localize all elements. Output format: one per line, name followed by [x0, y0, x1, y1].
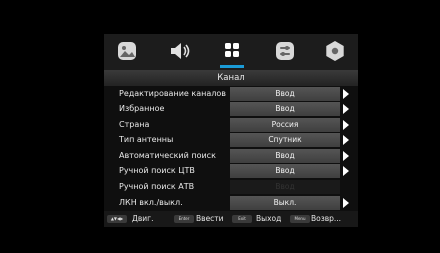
- row-value-button-disabled: Ввод: [230, 180, 340, 194]
- menu-row-auto-search[interactable]: Автоматический поиск Ввод: [104, 148, 358, 164]
- menu-row-country[interactable]: Страна Россия: [104, 117, 358, 133]
- row-value-button[interactable]: Ввод: [230, 149, 340, 163]
- row-label: Ручной поиск ЦТВ: [119, 166, 195, 175]
- row-label: Страна: [119, 120, 150, 129]
- menu-row-favorites[interactable]: Избранное Ввод: [104, 101, 358, 117]
- chevron-right-icon: [343, 89, 349, 99]
- chevron-right-icon: [343, 120, 349, 130]
- channel-icon[interactable]: [217, 38, 247, 64]
- move-hint: Двиг.: [132, 214, 154, 223]
- menu-key-icon: Menu: [290, 215, 310, 223]
- exit-hint: Выход: [256, 214, 282, 223]
- key-hint-footer: ▲▼◀▶ Двиг. Enter Ввести Exit Выход Menu …: [104, 211, 358, 227]
- row-label: Избранное: [119, 104, 165, 113]
- row-label: Тип антенны: [119, 135, 174, 144]
- menu-row-lcn-toggle[interactable]: ЛКН вкл./выкл. Выкл.: [104, 195, 358, 211]
- row-label: Ручной поиск АТВ: [119, 182, 195, 191]
- chevron-right-icon: [343, 104, 349, 114]
- row-value-button[interactable]: Ввод: [230, 87, 340, 101]
- menu-row-manual-search-dtv[interactable]: Ручной поиск ЦТВ Ввод: [104, 163, 358, 179]
- chevron-right-icon: [343, 166, 349, 176]
- system-icon[interactable]: [320, 38, 350, 64]
- menu-tab-bar: [104, 34, 358, 70]
- menu-row-edit-channels[interactable]: Редактирование каналов Ввод: [104, 86, 358, 102]
- tv-menu-screen: Канал Редактирование каналов Ввод Избран…: [104, 34, 358, 227]
- exit-key-icon: Exit: [232, 215, 252, 223]
- row-value-select[interactable]: Спутник: [230, 133, 340, 147]
- row-value-select[interactable]: Россия: [230, 118, 340, 132]
- chevron-right-icon: [343, 151, 349, 161]
- enter-hint: Ввести: [196, 214, 224, 223]
- settings-icon[interactable]: [270, 38, 300, 64]
- row-value-button[interactable]: Ввод: [230, 164, 340, 178]
- chevron-right-icon: [343, 135, 349, 145]
- menu-row-manual-search-atv: Ручной поиск АТВ Ввод: [104, 179, 358, 195]
- row-value-button[interactable]: Ввод: [230, 102, 340, 116]
- active-tab-indicator: [220, 65, 244, 68]
- menu-row-antenna-type[interactable]: Тип антенны Спутник: [104, 132, 358, 148]
- picture-icon[interactable]: [112, 38, 142, 64]
- row-label: ЛКН вкл./выкл.: [119, 198, 183, 207]
- menu-title: Канал: [104, 70, 358, 86]
- enter-key-icon: Enter: [174, 215, 194, 223]
- row-label: Автоматический поиск: [119, 151, 216, 160]
- chevron-right-icon: [343, 198, 349, 208]
- row-label: Редактирование каналов: [119, 89, 226, 98]
- sound-icon[interactable]: [164, 38, 194, 64]
- row-value-select[interactable]: Выкл.: [230, 196, 340, 210]
- arrow-keys-icon: ▲▼◀▶: [107, 215, 127, 223]
- back-hint: Возвр...: [311, 214, 342, 223]
